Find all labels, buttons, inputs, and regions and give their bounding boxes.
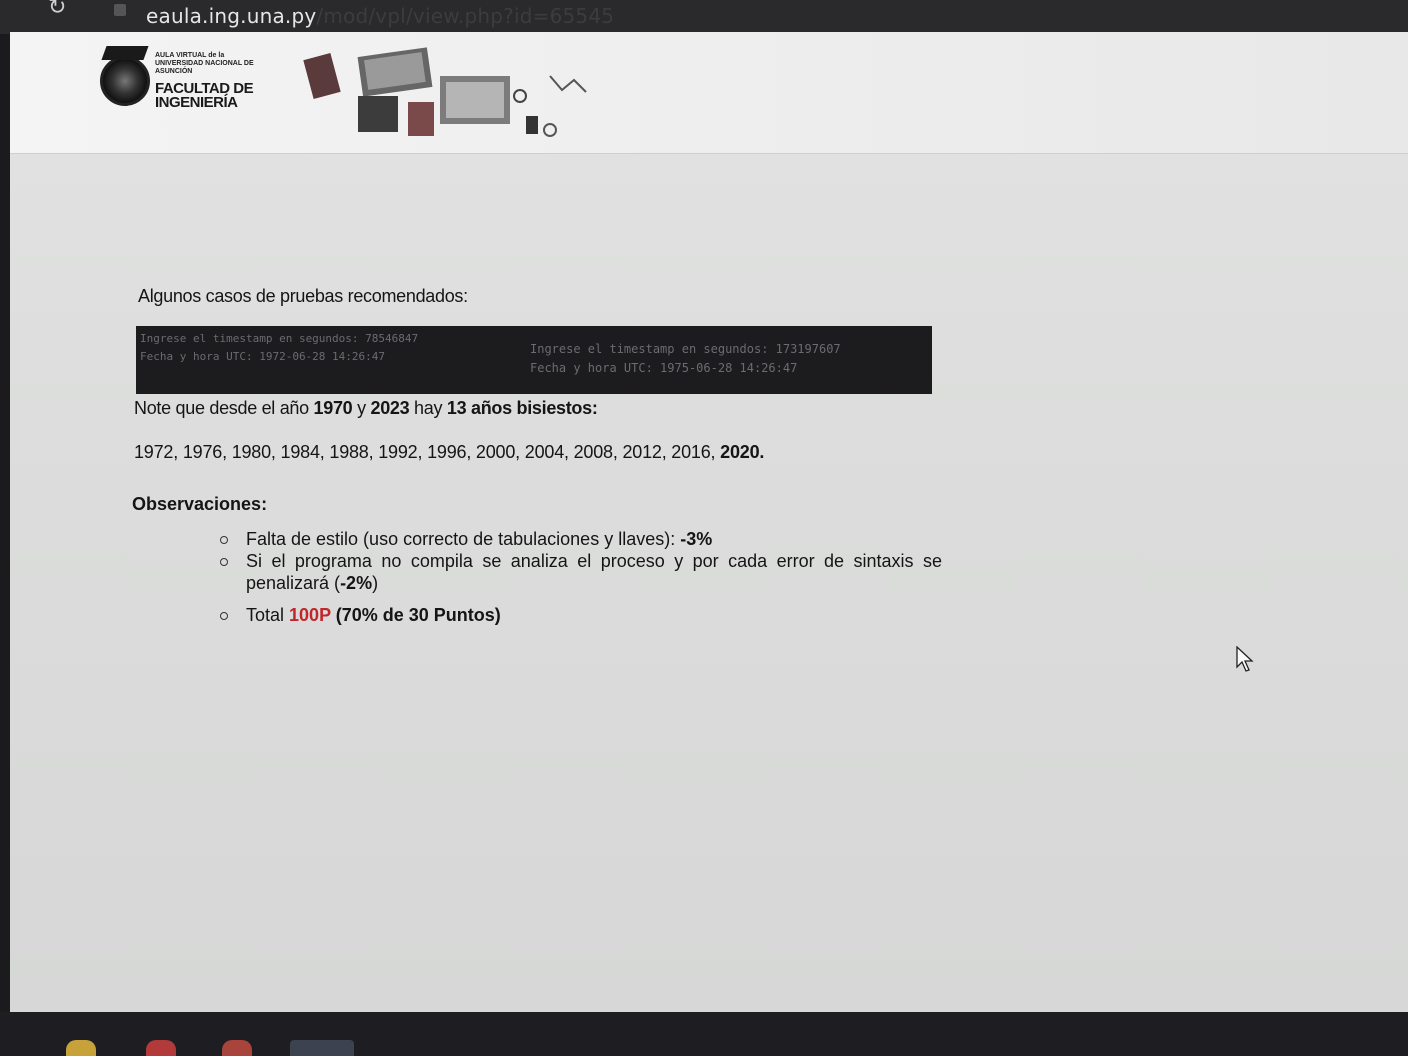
url-host: eaula.ing.una.py [146,4,317,28]
observation-penalty: -3% [680,529,713,549]
circle-bullet-icon [220,536,228,544]
terminal-line: Fecha y hora UTC: 1975-06-28 14:26:47 [530,361,798,375]
address-bar[interactable]: eaula.ing.una.py/mod/vpl/view.php?id=655… [146,4,614,28]
leap-years-list: 1972, 1976, 1980, 1984, 1988, 1992, 1996… [134,442,764,463]
note-year-start: 1970 [313,398,353,418]
mouse-cursor-icon [1236,646,1254,672]
chrome-icon[interactable] [290,1040,354,1056]
note-text: Note que desde el año [134,398,314,418]
years-text: 1972, 1976, 1980, 1984, 1988, 1992, 1996… [134,442,721,462]
site-info-icon[interactable] [114,4,126,16]
observations-heading: Observaciones: [132,494,268,514]
observation-text-end: ) [372,573,379,593]
list-item: Si el programa no compila se analiza el … [212,550,942,594]
app-icon[interactable] [146,1040,176,1056]
circle-bullet-icon [220,612,228,620]
observation-text: Total [246,605,290,625]
url-path: /mod/vpl/view.php?id=65545 [316,4,615,28]
note-year-end: 2023 [370,398,410,418]
terminal-line: Ingrese el timestamp en segundos: 173197… [530,342,841,356]
years-last: 2020. [720,442,765,462]
reload-icon[interactable]: ↻ [48,0,72,18]
terminal-example-2: Ingrese el timestamp en segundos: 173197… [530,340,930,378]
terminal-line: Fecha y hora UTC: 1972-06-28 14:26:47 [140,350,386,363]
observations-list: Falta de estilo (uso correcto de tabulac… [212,528,942,626]
list-item: Total 100P (70% de 30 Puntos) [212,604,942,626]
main-content: Algunos casos de pruebas recomendados: I… [10,32,1408,1012]
app-icon[interactable] [222,1040,252,1056]
terminal-output: Ingrese el timestamp en segundos: 785468… [136,326,932,394]
total-points-detail: (70% de 30 Puntos) [330,605,501,625]
test-cases-heading: Algunos casos de pruebas recomendados: [138,286,468,306]
leap-years-note: Note que desde el año 1970 y 2023 hay 13… [134,398,598,419]
observation-penalty: -2% [340,573,373,593]
browser-toolbar: ↻ eaula.ing.una.py/mod/vpl/view.php?id=6… [0,0,1408,34]
note-leap-count: 13 años bisiestos: [446,398,598,418]
terminal-line: Ingrese el timestamp en segundos: 785468… [140,332,419,345]
total-points: 100P [289,605,331,625]
circle-bullet-icon [220,558,228,566]
observation-text: Falta de estilo (uso correcto de tabulac… [246,529,681,549]
taskbar [0,1012,1408,1056]
note-text: y [352,398,371,418]
list-item: Falta de estilo (uso correcto de tabulac… [212,528,942,550]
page-content: AULA VIRTUAL de la UNIVERSIDAD NACIONAL … [10,32,1408,1012]
terminal-example-1: Ingrese el timestamp en segundos: 785468… [140,330,525,366]
file-explorer-icon[interactable] [66,1040,96,1056]
note-text: hay [409,398,447,418]
